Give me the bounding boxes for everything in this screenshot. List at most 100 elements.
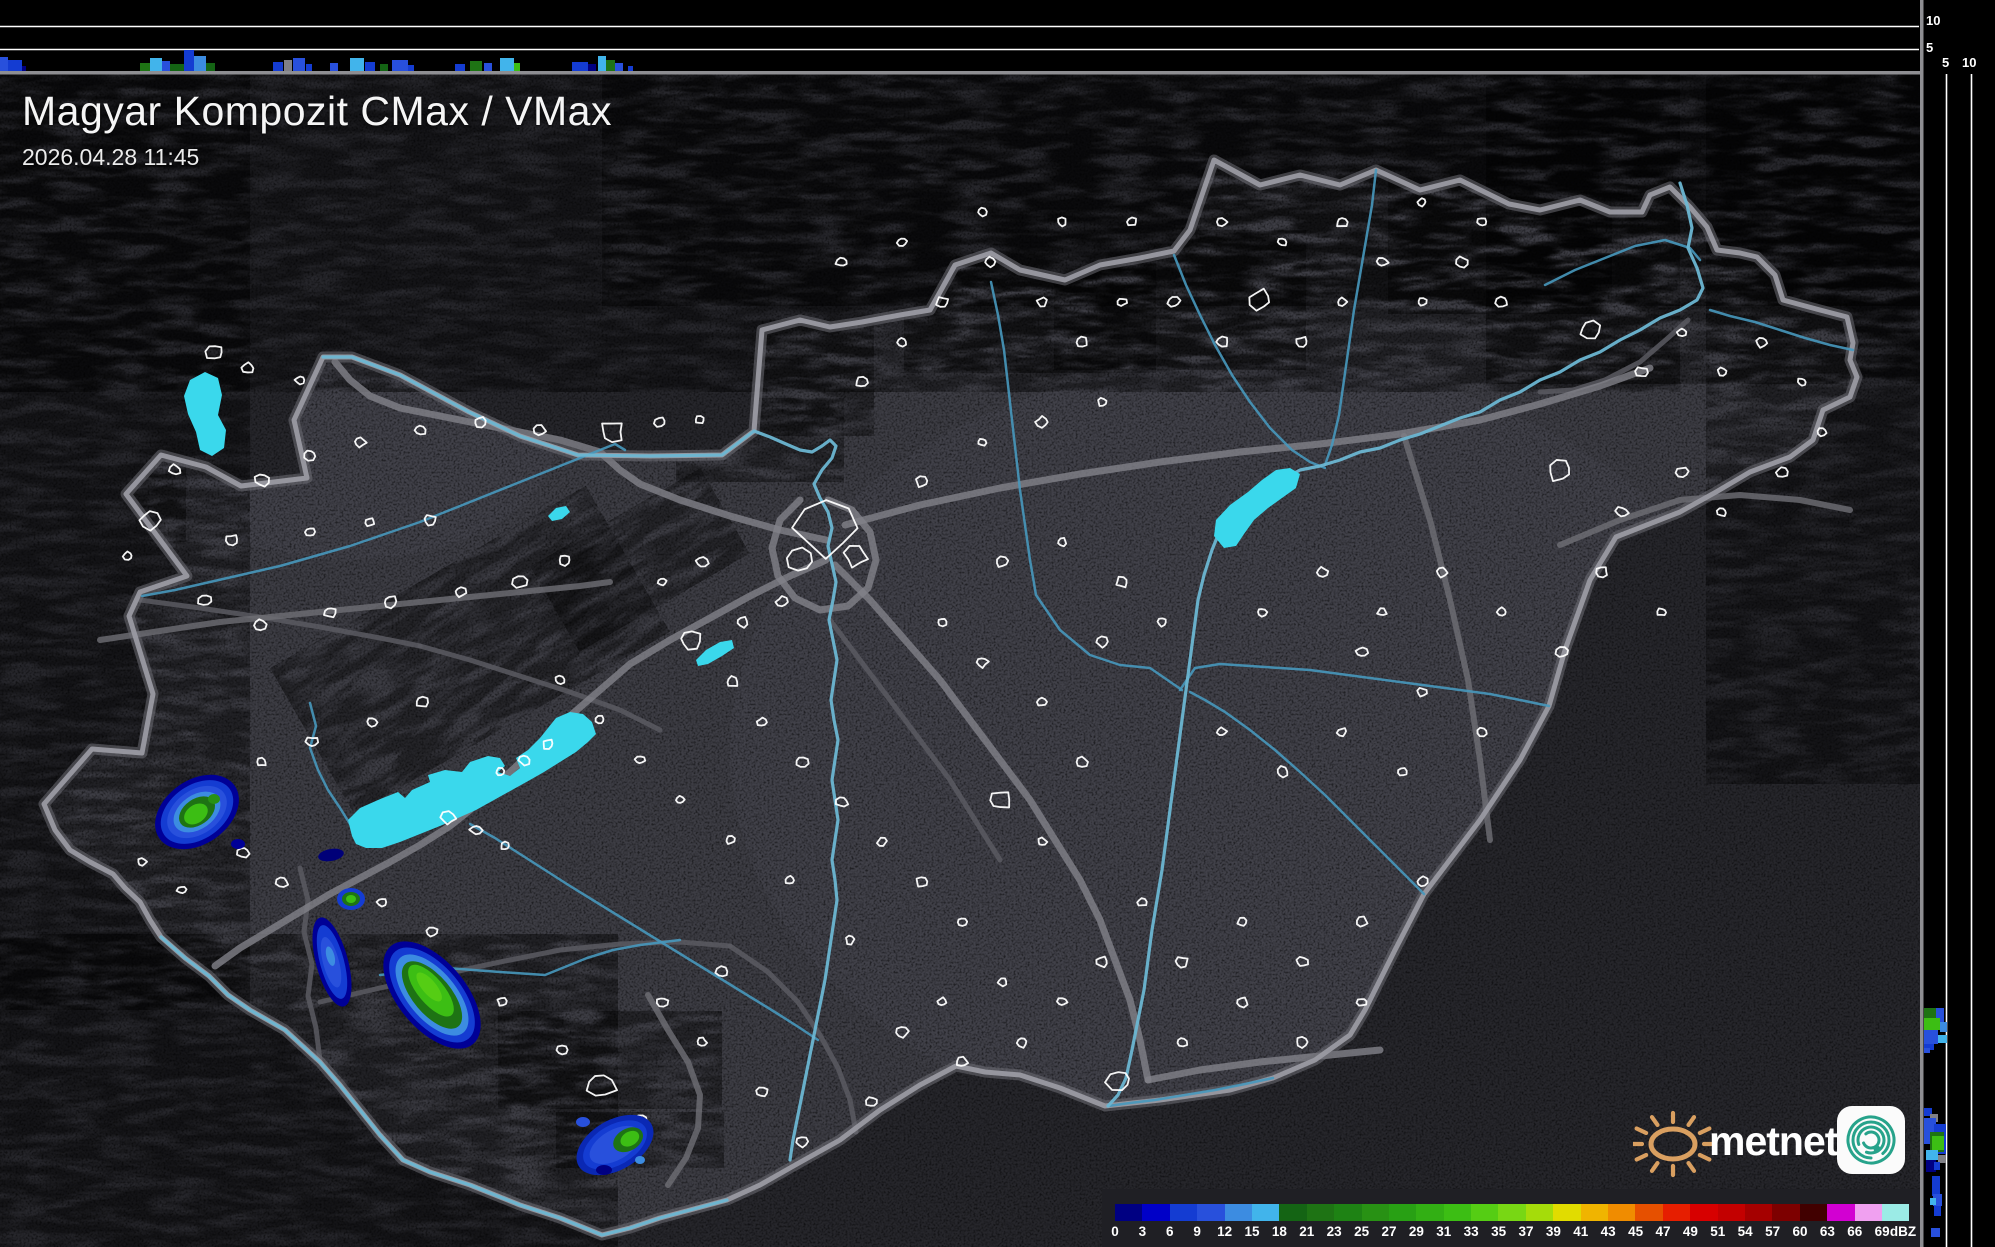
- top-echo: [8, 60, 22, 71]
- top-echo: [365, 62, 375, 71]
- legend-tick: 18: [1271, 1224, 1287, 1239]
- radar-echo-dot: [596, 1165, 612, 1175]
- echo-sw-2: [337, 888, 365, 910]
- legend-tick: 15: [1244, 1224, 1260, 1239]
- radar-map-canvas: [0, 0, 1995, 1247]
- legend-swatch: [1772, 1204, 1800, 1221]
- top-echo: [22, 66, 26, 71]
- right-echo: [1932, 1136, 1944, 1150]
- legend-swatch: [1115, 1204, 1143, 1221]
- legend-swatch: [1224, 1204, 1252, 1221]
- legend-swatch: [1443, 1204, 1472, 1221]
- strip-separator-h: [0, 71, 1995, 75]
- top-echo: [606, 60, 615, 71]
- top-echo: [206, 63, 215, 71]
- legend-tick: 51: [1710, 1224, 1726, 1239]
- legend-tick-labels: 0 3 6 9 12 15 18 21 23 25 27 29 31 33 35 37 39 41 43 45 47 49…: [1102, 1224, 1920, 1244]
- top-echo: [598, 56, 606, 71]
- top-echo: [572, 62, 588, 71]
- legend-tick: 23: [1326, 1224, 1342, 1239]
- top-echo: [484, 63, 492, 71]
- legend-swatch: [1744, 1204, 1773, 1221]
- right-echo: [1934, 1162, 1940, 1170]
- top-echo: [588, 64, 596, 71]
- legend-tick: 43: [1600, 1224, 1616, 1239]
- right-cross-section: [1920, 0, 1995, 1247]
- right-echo: [1930, 1198, 1936, 1205]
- legend-tick: 63: [1819, 1224, 1835, 1239]
- legend-tick: 49: [1682, 1224, 1698, 1239]
- top-echo: [306, 64, 312, 71]
- legend-color-bar: [1115, 1204, 1910, 1221]
- legend-tick: 33: [1463, 1224, 1479, 1239]
- legend-tick: 35: [1491, 1224, 1507, 1239]
- top-echo: [330, 63, 338, 71]
- legend-tick: 25: [1354, 1224, 1370, 1239]
- top-echo: [150, 58, 162, 71]
- legend-tick: 37: [1518, 1224, 1534, 1239]
- top-echo: [455, 64, 465, 71]
- top-echo: [140, 63, 150, 71]
- legend-swatch: [1197, 1204, 1225, 1221]
- top-echo: [170, 64, 184, 71]
- legend-swatch: [1279, 1204, 1307, 1221]
- legend-tick: 6: [1166, 1224, 1174, 1239]
- spiral-icon: [1837, 1106, 1905, 1174]
- right-axis-label-5: 5: [1942, 55, 1950, 70]
- top-echo: [184, 50, 194, 71]
- top-echo: [628, 66, 633, 71]
- top-echo: [293, 58, 305, 71]
- legend-swatch: [1827, 1204, 1855, 1221]
- terrain-map: [0, 74, 1920, 1247]
- radar-app-window: Magyar Kompozit CMax / VMax 2026.04.28 1…: [0, 0, 1995, 1247]
- legend-tick: 39: [1545, 1224, 1561, 1239]
- top-axis-label-10: 10: [1926, 13, 1941, 28]
- legend-swatch: [1580, 1204, 1609, 1221]
- metnet-logo[interactable]: metnet: [1633, 1096, 1933, 1184]
- right-echo: [1934, 1206, 1941, 1216]
- right-echo: [1938, 1035, 1947, 1043]
- legend-tick: 69: [1874, 1224, 1890, 1239]
- legend-tick: 12: [1217, 1224, 1233, 1239]
- legend-tick: 21: [1299, 1224, 1315, 1239]
- legend-swatch: [1334, 1204, 1362, 1221]
- legend-tick: 9: [1193, 1224, 1201, 1239]
- top-echo: [194, 56, 206, 71]
- legend-tick: 47: [1655, 1224, 1671, 1239]
- sun-icon: [1633, 1110, 1715, 1178]
- top-echo: [500, 58, 514, 71]
- legend-swatch: [1881, 1204, 1910, 1221]
- legend-swatch: [1635, 1204, 1663, 1221]
- legend-swatch: [1142, 1204, 1170, 1221]
- legend-swatch: [1854, 1204, 1882, 1221]
- legend-tick: 31: [1436, 1224, 1452, 1239]
- legend-tick: 41: [1573, 1224, 1589, 1239]
- right-echo: [1924, 1018, 1940, 1030]
- top-cross-section: [0, 0, 1995, 75]
- legend-swatch: [1662, 1204, 1691, 1221]
- right-echo: [1924, 1048, 1930, 1053]
- legend-swatch: [1169, 1204, 1198, 1221]
- top-echo: [408, 65, 414, 71]
- legend-swatch: [1717, 1204, 1745, 1221]
- legend-swatch: [1388, 1204, 1417, 1221]
- legend-swatch: [1416, 1204, 1444, 1221]
- right-echo: [1938, 1155, 1946, 1163]
- legend-swatch: [1690, 1204, 1718, 1221]
- legend-swatch: [1525, 1204, 1554, 1221]
- legend-tick: 60: [1792, 1224, 1808, 1239]
- legend-tick: 57: [1765, 1224, 1781, 1239]
- legend-tick: 27: [1381, 1224, 1397, 1239]
- legend-swatch: [1498, 1204, 1526, 1221]
- legend-tick: 45: [1628, 1224, 1644, 1239]
- radar-echo-dot: [576, 1117, 590, 1127]
- top-echo: [392, 60, 408, 71]
- legend-swatch: [1361, 1204, 1389, 1221]
- legend-swatch: [1799, 1204, 1828, 1221]
- top-echo: [0, 57, 8, 71]
- top-echo: [273, 62, 283, 71]
- legend-unit-label: dBZ: [1889, 1224, 1917, 1239]
- legend-tick: 29: [1408, 1224, 1424, 1239]
- legend-swatch: [1608, 1204, 1636, 1221]
- right-axis-label-10: 10: [1962, 55, 1977, 70]
